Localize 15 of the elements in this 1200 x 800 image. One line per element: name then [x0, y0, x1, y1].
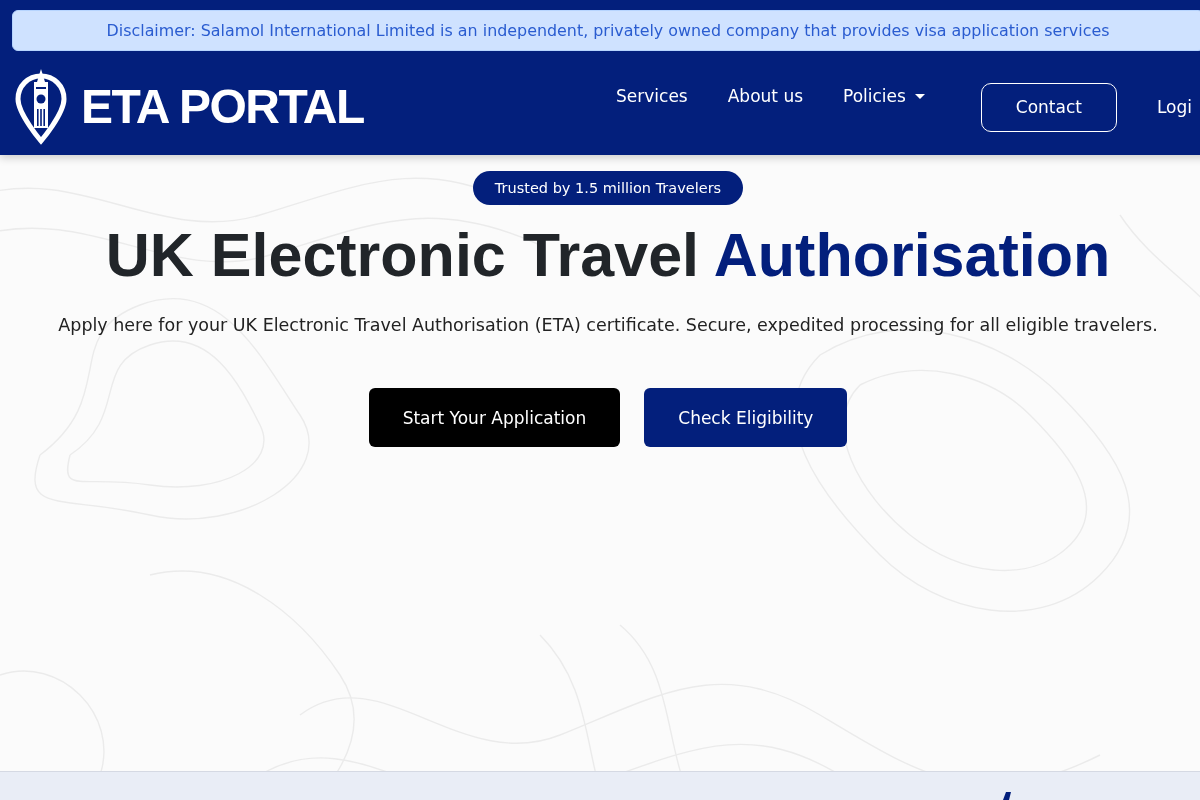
- trust-badge: Trusted by 1.5 million Travelers: [472, 171, 744, 205]
- slanted-mark-icon: [1003, 792, 1011, 800]
- logo-wordmark[interactable]: ETA PORTAL: [81, 83, 364, 131]
- nav-link[interactable]: About us: [727, 84, 803, 108]
- nav-link[interactable]: Policies: [843, 84, 925, 108]
- nav-link[interactable]: Services: [616, 84, 688, 108]
- caret-icon: [914, 93, 925, 99]
- contact-button[interactable]: Contact: [980, 82, 1117, 132]
- check-eligibility-button[interactable]: Check Eligibility: [644, 388, 848, 447]
- disclaimer-banner: Disclaimer: Salamol International Limited is an independent, privately owned company that provides visa application services: [12, 10, 1200, 51]
- hero-subtitle: Apply here for your UK Electronic Travel Authorisation (ETA) certificate. Secure, expedited processing for all eligible travelers.: [58, 314, 1158, 337]
- hero-heading: UK Electronic Travel Authorisation: [105, 220, 1111, 291]
- login-link[interactable]: Logi: [1156, 97, 1192, 117]
- start-application-button[interactable]: Start Your Application: [368, 388, 621, 447]
- clock-tower-pin-icon[interactable]: [14, 69, 68, 145]
